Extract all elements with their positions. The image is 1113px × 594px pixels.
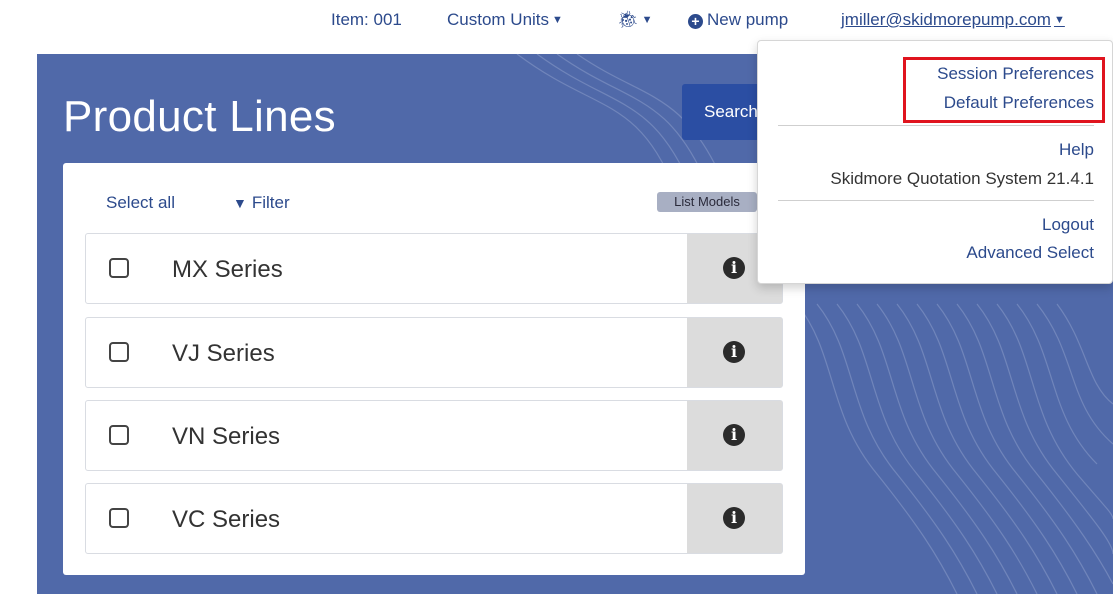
- new-pump-label: New pump: [707, 10, 789, 29]
- info-icon[interactable]: i: [723, 424, 745, 446]
- custom-units-dropdown[interactable]: Custom Units ▼: [447, 10, 563, 30]
- list-models-button[interactable]: List Models: [657, 192, 757, 212]
- list-item[interactable]: MX Series i: [85, 233, 783, 304]
- caret-down-icon: ▼: [552, 14, 563, 26]
- info-icon[interactable]: i: [723, 257, 745, 279]
- info-cell[interactable]: i: [687, 484, 782, 553]
- list-item[interactable]: VC Series i: [85, 483, 783, 554]
- info-cell[interactable]: i: [687, 318, 782, 387]
- user-email: jmiller@skidmorepump.com: [841, 10, 1051, 29]
- user-menu-toggle[interactable]: jmiller@skidmorepump.com ▼: [841, 10, 1065, 30]
- item-label: Item: 001: [331, 10, 402, 29]
- advanced-select-link[interactable]: Advanced Select: [966, 243, 1094, 263]
- caret-down-icon: ▼: [1053, 14, 1065, 26]
- menu-divider: [778, 200, 1094, 201]
- version-text: Skidmore Quotation System 21.4.1: [830, 169, 1094, 188]
- list-item[interactable]: VJ Series i: [85, 317, 783, 388]
- left-gutter: [0, 163, 24, 594]
- highlight-annotation: [903, 57, 1105, 123]
- logout-link[interactable]: Logout: [1042, 215, 1094, 235]
- row-checkbox[interactable]: [109, 258, 129, 278]
- row-label: MX Series: [172, 256, 283, 283]
- caret-down-icon: ▼: [641, 14, 653, 26]
- info-cell[interactable]: i: [687, 401, 782, 470]
- row-label: VC Series: [172, 506, 281, 533]
- help-link[interactable]: Help: [1059, 140, 1094, 160]
- select-all-link[interactable]: Select all: [106, 193, 175, 213]
- bug-icon: 🐞︎: [617, 10, 639, 29]
- filter-label: Filter: [251, 193, 290, 212]
- page-title: Product Lines: [63, 92, 336, 141]
- menu-divider: [778, 125, 1094, 126]
- new-pump-button[interactable]: + New pump: [688, 10, 788, 30]
- row-checkbox[interactable]: [109, 508, 129, 528]
- row-label: VN Series: [172, 423, 281, 450]
- custom-units-label: Custom Units: [447, 10, 550, 29]
- item-indicator[interactable]: Item: 001: [331, 10, 402, 30]
- row-checkbox[interactable]: [109, 425, 129, 445]
- row-checkbox[interactable]: [109, 342, 129, 362]
- debug-dropdown[interactable]: 🐞︎ ▼: [617, 10, 652, 30]
- row-label: VJ Series: [172, 340, 275, 367]
- info-icon[interactable]: i: [723, 507, 745, 529]
- plus-circle-icon: +: [688, 14, 703, 29]
- filter-toggle[interactable]: ▼ Filter: [233, 193, 290, 213]
- filter-icon: ▼: [233, 195, 247, 211]
- list-item[interactable]: VN Series i: [85, 400, 783, 471]
- info-icon[interactable]: i: [723, 341, 745, 363]
